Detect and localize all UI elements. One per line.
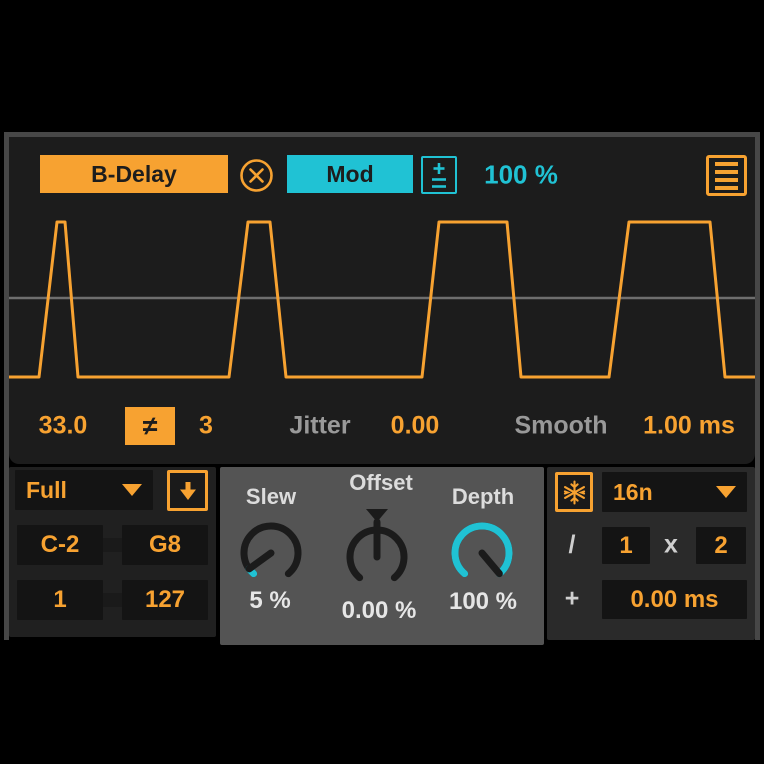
velocity-max-field[interactable]: 127 <box>122 580 208 620</box>
plus-minus-icon <box>427 161 451 189</box>
slew-value: 5 % <box>249 587 290 615</box>
jitter-value[interactable]: 0.00 <box>391 412 440 441</box>
range-mode-value: Full <box>15 477 122 504</box>
steps-value[interactable]: 3 <box>199 412 213 441</box>
circle-x-icon <box>239 158 274 193</box>
waveform-graph <box>9 205 755 390</box>
note-min-field[interactable]: C-2 <box>17 525 103 565</box>
chevron-down-icon <box>122 484 142 496</box>
note-range-connector <box>103 538 122 552</box>
receive-button[interactable] <box>167 470 208 511</box>
target-selector-button[interactable]: B-Delay <box>40 155 228 193</box>
mod-mode-button[interactable]: Mod <box>287 155 413 193</box>
depth-value: 100 % <box>449 588 517 616</box>
smooth-value[interactable]: 1.00 ms <box>643 412 735 441</box>
close-button[interactable] <box>239 158 274 193</box>
waveform-display <box>9 205 755 390</box>
time-offset-field[interactable]: 0.00 ms <box>602 580 747 619</box>
offset-value: 0.00 % <box>342 597 417 625</box>
down-arrow-icon <box>177 480 199 502</box>
menu-button[interactable] <box>706 155 747 196</box>
slew-knob[interactable] <box>226 503 316 599</box>
freeze-button[interactable] <box>555 472 593 512</box>
range-mode-dropdown[interactable]: Full <box>15 470 153 510</box>
velocity-range-connector <box>103 593 122 607</box>
divide-sign: / <box>569 531 576 560</box>
velocity-min-field[interactable]: 1 <box>17 580 103 620</box>
device-right-border <box>755 137 760 640</box>
jitter-label: Jitter <box>289 412 350 441</box>
inequality-button[interactable]: ≠ <box>125 407 175 445</box>
offset-label: Offset <box>349 470 413 496</box>
snowflake-icon <box>562 480 587 505</box>
depth-knob[interactable] <box>437 503 527 599</box>
chevron-down-icon <box>716 486 736 498</box>
sync-rate-dropdown[interactable]: 16n <box>602 472 747 512</box>
offset-knob[interactable] <box>332 507 422 603</box>
smooth-label: Smooth <box>514 412 607 441</box>
divide-field[interactable]: 1 <box>602 527 650 564</box>
sync-rate-value: 16n <box>602 479 716 506</box>
multiply-field[interactable]: 2 <box>696 527 746 564</box>
plus-sign: + <box>565 585 580 614</box>
bipolar-toggle-button[interactable] <box>421 156 457 194</box>
rate-value[interactable]: 33.0 <box>39 412 88 441</box>
device-background: B-Delay Mod 100 % 33.0 ≠ 3 Jitter 0. <box>0 0 764 764</box>
multiply-sign: x <box>664 531 678 560</box>
mod-amount-value[interactable]: 100 % <box>484 160 558 191</box>
note-max-field[interactable]: G8 <box>122 525 208 565</box>
